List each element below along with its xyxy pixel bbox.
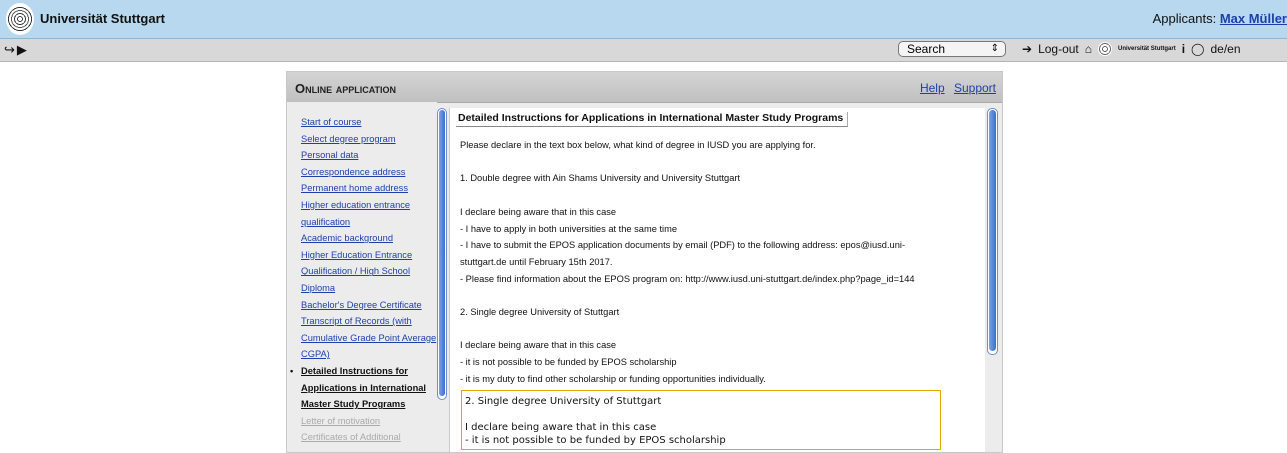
- content-scrollbar[interactable]: [987, 108, 998, 355]
- content-scroll-thumb[interactable]: [989, 110, 996, 351]
- instruction-line: stuttgart.de until February 15th 2017.: [460, 256, 613, 267]
- top-header: Universität Stuttgart Applicants: Max Mü…: [0, 0, 1287, 39]
- sidebar-item[interactable]: CGPA): [301, 346, 437, 363]
- section-tab-title: Detailed Instructions for Applications i…: [456, 112, 849, 127]
- application-panel: Online application Help Support Start of…: [286, 71, 1003, 453]
- search-select-value: Search: [907, 42, 946, 56]
- sidebar-item[interactable]: qualification: [301, 214, 437, 231]
- sidebar-nav: Start of course Select degree program Pers…: [287, 102, 437, 452]
- sidebar-item: Letter of motivation: [301, 415, 381, 426]
- select-arrows-icon: ⇕: [990, 43, 999, 54]
- help-link[interactable]: Help: [920, 81, 945, 95]
- info-icon[interactable]: i: [1182, 42, 1185, 56]
- sidebar-item[interactable]: Bachelor's Degree Certificate: [301, 297, 437, 314]
- instruction-line: Please declare in the text box below, wh…: [460, 140, 816, 150]
- instruction-line: I declare being aware that in this case: [460, 206, 617, 217]
- sidebar-item[interactable]: Academic background: [301, 230, 437, 247]
- sidebar-item[interactable]: Cumulative Grade Point Average: [301, 330, 437, 347]
- forward-circle-icon[interactable]: ▶: [17, 42, 29, 57]
- toolbar-right: ➔ Log-out ⌂ Universität Stuttgart i ◯ de…: [1022, 42, 1241, 56]
- sidebar-item[interactable]: Permanent home address: [301, 180, 437, 197]
- instruction-line: [460, 287, 975, 304]
- degree-declaration-textarea[interactable]: 2. Single degree University of Stuttgart…: [461, 390, 941, 450]
- instruction-line: - I have to submit the EPOS application …: [460, 240, 906, 251]
- sidebar-item[interactable]: Start of course: [301, 114, 437, 131]
- small-university-logo-icon[interactable]: [1098, 42, 1113, 56]
- logout-link[interactable]: Log-out: [1038, 42, 1079, 56]
- toolbar: ↪▶ Search ⇕ ➔ Log-out ⌂ Universität Stut…: [0, 39, 1287, 62]
- sidebar-item[interactable]: Master Study Programs: [301, 396, 437, 413]
- logout-icon[interactable]: ➔: [1022, 42, 1032, 56]
- small-logo-text[interactable]: Universität Stuttgart: [1118, 46, 1176, 52]
- instruction-line: 2. Single degree University of Stuttgart: [460, 307, 620, 318]
- sidebar-item[interactable]: Diploma: [301, 280, 437, 297]
- sidebar-item[interactable]: Personal data: [301, 147, 437, 164]
- sidebar-item: Certificates of Additional: [301, 432, 401, 443]
- sidebar-item[interactable]: Qualification / High School: [301, 263, 437, 280]
- sidebar-item[interactable]: Applications in International: [301, 380, 437, 397]
- search-select[interactable]: Search ⇕: [898, 41, 1006, 57]
- sidebar-item[interactable]: Detailed Instructions for: [290, 363, 437, 380]
- support-link[interactable]: Support: [954, 81, 996, 95]
- instructions-text: Please declare in the text box below, wh…: [460, 137, 975, 388]
- instruction-line: - it is not possible to be funded by EPO…: [460, 357, 677, 368]
- instruction-line: 1. Double degree with Ain Shams Universi…: [460, 173, 741, 184]
- sidebar-item[interactable]: Higher education entrance: [301, 197, 437, 214]
- panel-header: Online application Help Support: [287, 72, 1002, 103]
- sidebar-item[interactable]: Higher Education Entrance: [301, 247, 437, 264]
- sidebar-scrollbar[interactable]: [437, 108, 447, 400]
- sidebar-scroll-thumb[interactable]: [439, 110, 445, 396]
- university-logo-icon: [6, 3, 34, 35]
- instruction-line: - it is my duty to find other scholarshi…: [460, 373, 766, 384]
- university-name: Universität Stuttgart: [40, 11, 165, 26]
- instruction-line: [460, 187, 975, 204]
- speech-bubble-icon[interactable]: ◯: [1191, 42, 1204, 56]
- user-name-link[interactable]: Max Müller: [1220, 11, 1287, 26]
- instruction-line: - Please find information about the EPOS…: [460, 273, 915, 284]
- instruction-line: [460, 154, 975, 171]
- sidebar-item[interactable]: Transcript of Records (with: [301, 313, 437, 330]
- panel-title: Online application: [295, 81, 397, 96]
- instruction-line: [460, 321, 975, 338]
- instruction-line: I declare being aware that in this case: [460, 340, 617, 351]
- instruction-line: - I have to apply in both universities a…: [460, 223, 678, 234]
- toolbar-left-icons: ↪▶: [4, 42, 29, 58]
- panel-links: Help Support: [914, 81, 996, 95]
- applicants-info: Applicants: Max Müller: [1153, 11, 1287, 26]
- applicants-label: Applicants:: [1152, 11, 1217, 26]
- sidebar-item[interactable]: Select degree program: [301, 131, 437, 148]
- language-switch[interactable]: de/en: [1210, 42, 1240, 56]
- share-icon[interactable]: ↪: [4, 42, 17, 57]
- sidebar-item[interactable]: Correspondence address: [301, 164, 437, 181]
- home-icon[interactable]: ⌂: [1085, 42, 1092, 56]
